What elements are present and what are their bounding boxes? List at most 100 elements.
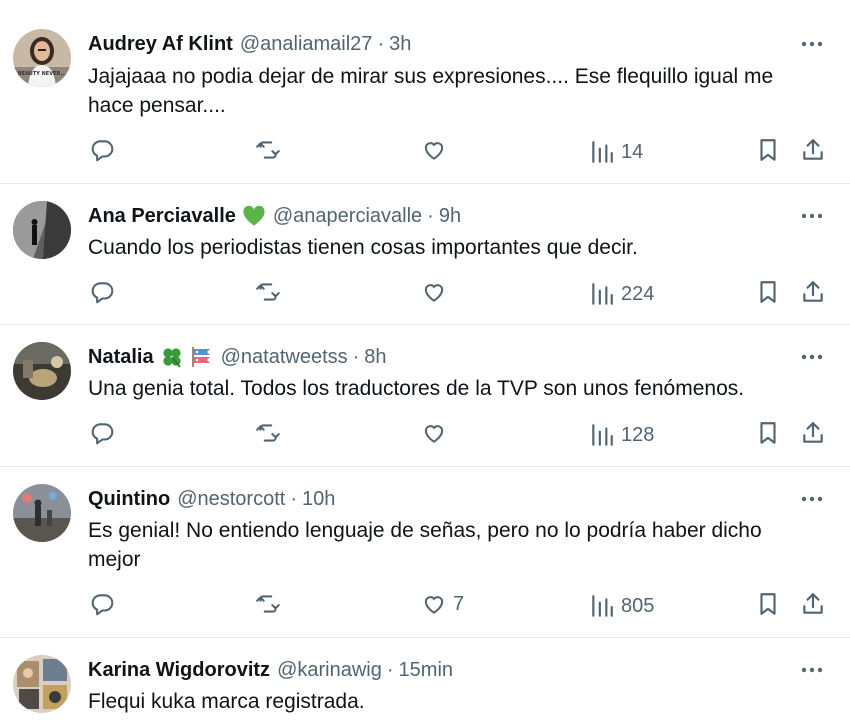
avatar[interactable] <box>13 201 71 259</box>
tweet[interactable]: Quintino @nestorcott · 10h Es genial! No… <box>0 467 850 638</box>
reply-button[interactable] <box>89 137 115 163</box>
analytics-icon <box>592 424 613 446</box>
avatar[interactable]: BEAUTY NEVER... <box>13 29 71 87</box>
more-options-button[interactable] <box>800 487 824 511</box>
timestamp[interactable]: 15min <box>399 659 453 682</box>
share-button[interactable] <box>800 279 826 305</box>
share-icon <box>803 281 823 302</box>
like-button[interactable]: 7 <box>421 591 464 617</box>
tweet[interactable]: Karina Wigdorovitz @karinawig · 15min Fl… <box>0 638 850 723</box>
more-options-button[interactable] <box>800 345 824 369</box>
reply-button[interactable] <box>89 279 115 305</box>
tweet-header: Ana Perciavalle @anaperciavalle · 9h <box>88 202 790 230</box>
share-button[interactable] <box>800 137 826 163</box>
analytics-icon <box>592 595 613 617</box>
separator-dot: · <box>386 658 394 681</box>
bookmark-button[interactable] <box>755 279 781 305</box>
tweet-header: Quintino @nestorcott · 10h <box>88 485 790 513</box>
reply-button[interactable] <box>89 420 115 446</box>
bookmark-button[interactable] <box>755 591 781 617</box>
tweet-text: Es genial! No entiendo lenguaje de señas… <box>88 519 762 571</box>
user-handle[interactable]: @karinawig <box>277 659 382 682</box>
tweet-header: Audrey Af Klint @analiamail27 · 3h <box>88 30 790 58</box>
user-handle[interactable]: @anaperciavalle <box>273 205 422 228</box>
more-options-button[interactable] <box>800 658 824 682</box>
carp-streamer-icon <box>190 345 214 369</box>
avatar[interactable] <box>13 655 71 713</box>
timestamp[interactable]: 8h <box>364 346 386 369</box>
retweet-button[interactable] <box>255 591 281 617</box>
share-icon <box>803 422 823 443</box>
timestamp[interactable]: 9h <box>439 205 461 228</box>
display-name[interactable]: Karina Wigdorovitz <box>88 659 270 682</box>
reply-icon <box>91 594 114 616</box>
share-icon <box>803 593 823 614</box>
views-button[interactable]: 805 <box>589 593 654 619</box>
tweet[interactable]: Natalia @natatweetss · 8h Una genia tota… <box>0 325 850 467</box>
separator-dot: · <box>377 32 385 55</box>
tweet-header: Natalia @natatweetss · 8h <box>88 343 790 371</box>
timestamp[interactable]: 10h <box>302 488 335 511</box>
timestamp[interactable]: 3h <box>389 33 411 56</box>
more-options-button[interactable] <box>800 204 824 228</box>
more-options-button[interactable] <box>800 32 824 56</box>
view-count: 805 <box>621 594 655 617</box>
reply-icon <box>91 140 114 162</box>
more-icon <box>801 667 823 673</box>
retweet-icon <box>256 141 280 159</box>
display-name[interactable]: Ana Perciavalle <box>88 205 236 228</box>
separator-dot: · <box>290 487 297 510</box>
more-icon <box>801 496 823 502</box>
green-heart-icon <box>242 204 266 228</box>
share-icon <box>803 139 823 160</box>
reply-icon <box>91 282 114 304</box>
retweet-button[interactable] <box>255 137 281 163</box>
tweet-text: Flequi kuka marca registrada. <box>88 690 365 713</box>
user-handle[interactable]: @analiamail27 <box>240 33 373 56</box>
analytics-icon <box>592 283 613 305</box>
bookmark-icon <box>760 281 776 303</box>
bookmark-button[interactable] <box>755 137 781 163</box>
user-handle[interactable]: @nestorcott <box>177 488 285 511</box>
bookmark-icon <box>760 139 776 161</box>
tweet-text: Una genia total. Todos los traductores d… <box>88 377 745 400</box>
bookmark-button[interactable] <box>755 420 781 446</box>
tweet-header: Karina Wigdorovitz @karinawig · 15min <box>88 656 790 684</box>
like-count: 7 <box>453 592 465 615</box>
tweet[interactable]: BEAUTY NEVER... Audrey Af Klint @analiam… <box>0 0 850 184</box>
views-button[interactable]: 128 <box>589 422 654 448</box>
reply-icon <box>91 423 114 445</box>
separator-dot: · <box>352 345 360 368</box>
views-button[interactable]: 224 <box>589 281 654 307</box>
tweet-text: Cuando los periodistas tienen cosas impo… <box>88 236 638 259</box>
share-button[interactable] <box>800 591 826 617</box>
like-button[interactable] <box>421 137 453 163</box>
like-button[interactable] <box>421 420 453 446</box>
more-icon <box>801 41 823 47</box>
more-icon <box>801 354 823 360</box>
display-name[interactable]: Audrey Af Klint <box>88 33 233 56</box>
retweet-button[interactable] <box>255 420 281 446</box>
avatar[interactable] <box>13 342 71 400</box>
tweet-text: Jajajaaa no podia dejar de mirar sus exp… <box>88 65 774 117</box>
analytics-icon <box>592 141 613 163</box>
like-button[interactable] <box>421 279 453 305</box>
heart-icon <box>424 142 444 160</box>
heart-icon <box>424 284 444 302</box>
user-handle[interactable]: @natatweetss <box>221 346 348 369</box>
avatar[interactable] <box>13 484 71 542</box>
display-name[interactable]: Quintino <box>88 488 170 511</box>
views-button[interactable]: 14 <box>589 139 643 165</box>
display-name[interactable]: Natalia <box>88 346 154 369</box>
view-count: 128 <box>621 423 655 446</box>
share-button[interactable] <box>800 420 826 446</box>
reply-button[interactable] <box>89 591 115 617</box>
bookmark-icon <box>760 422 776 444</box>
view-count: 14 <box>621 140 644 163</box>
separator-dot: · <box>427 204 434 227</box>
reply-feed: BEAUTY NEVER... Audrey Af Klint @analiam… <box>0 0 850 723</box>
retweet-icon <box>256 424 280 442</box>
view-count: 224 <box>621 282 655 305</box>
tweet[interactable]: Ana Perciavalle @anaperciavalle · 9h Cua… <box>0 184 850 325</box>
retweet-button[interactable] <box>255 279 281 305</box>
